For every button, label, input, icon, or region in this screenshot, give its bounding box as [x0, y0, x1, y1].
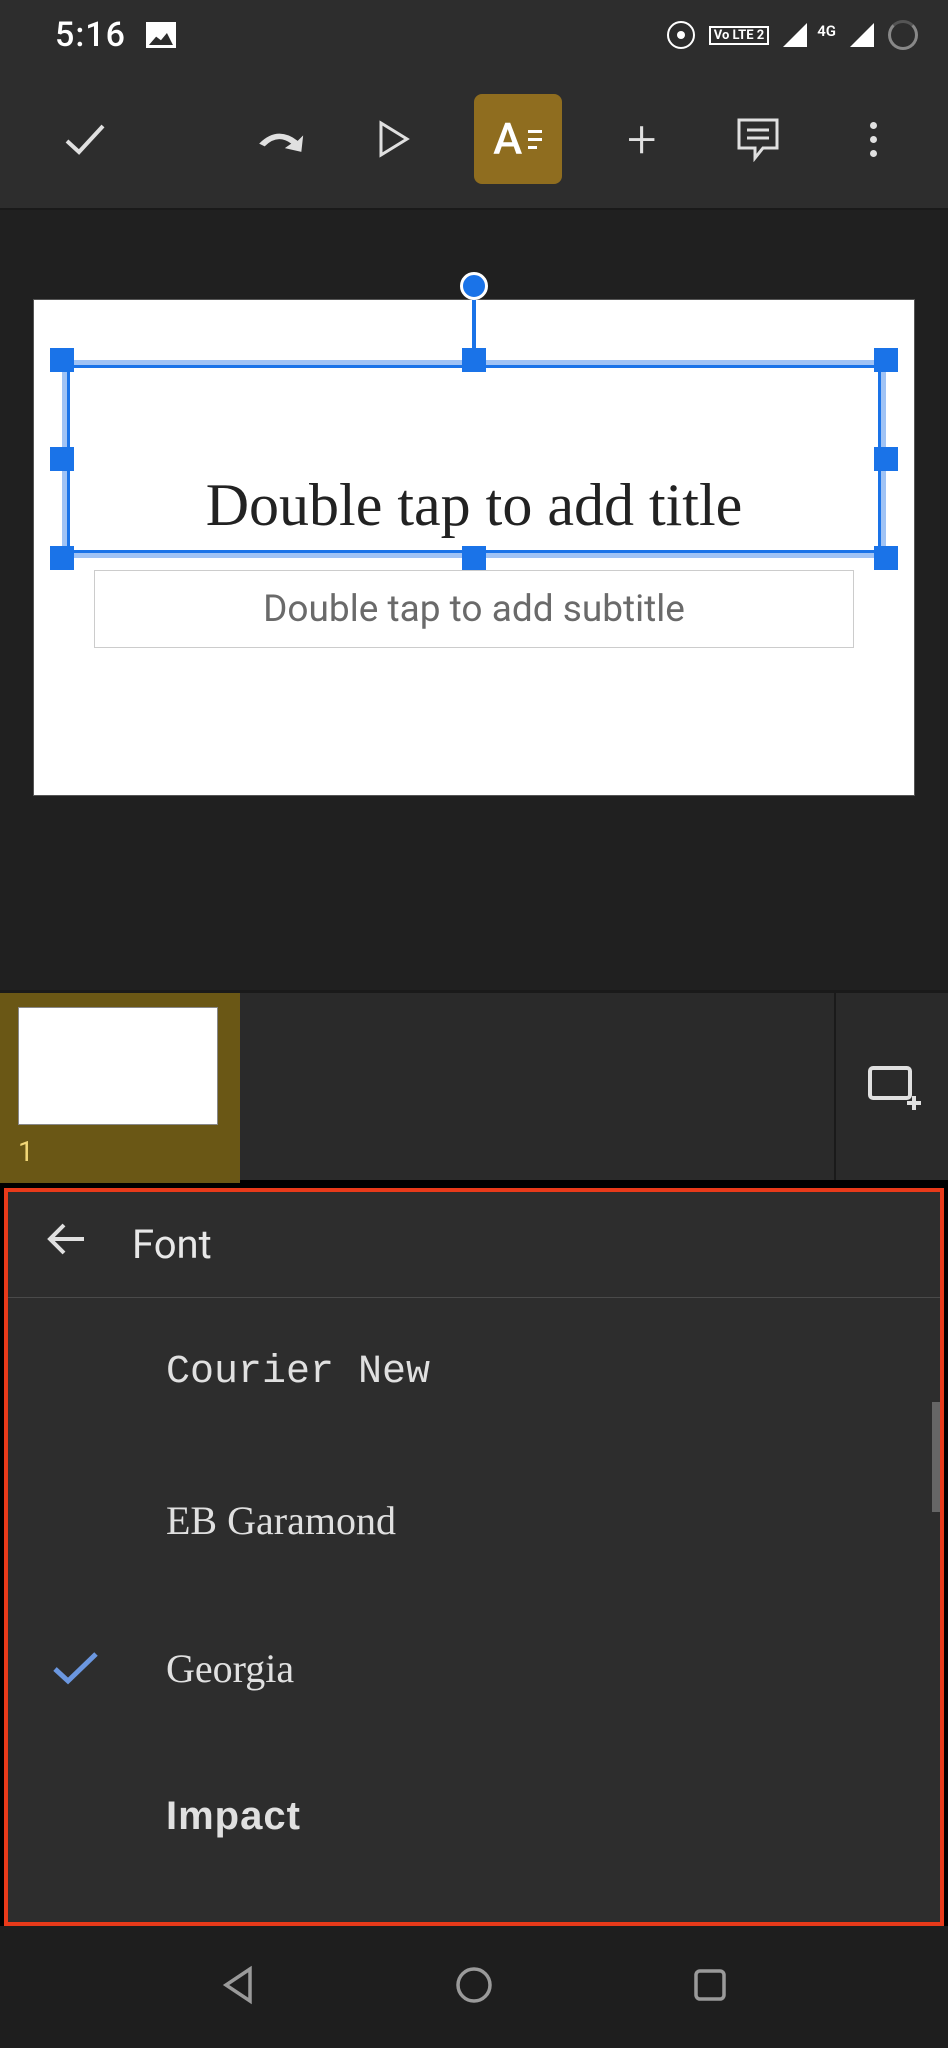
data-4g-label: 4G [817, 22, 836, 40]
undo-button[interactable] [233, 94, 321, 184]
font-name: Georgia [166, 1645, 294, 1692]
nav-home-icon [452, 1963, 496, 2007]
title-textbox[interactable]: Double tap to add title [62, 360, 886, 558]
nav-recent-button[interactable] [688, 1963, 732, 2011]
slide-thumbnail-1[interactable]: 1 [0, 993, 240, 1183]
font-option-eb-garamond[interactable]: EB Garamond [8, 1446, 940, 1594]
text-lines-icon [528, 130, 542, 149]
font-option-impact[interactable]: Impact [8, 1742, 940, 1890]
play-icon [377, 119, 411, 159]
scrollbar-thumb[interactable] [932, 1402, 940, 1512]
font-name: Courier New [166, 1350, 430, 1395]
font-option-georgia[interactable]: Georgia [8, 1594, 940, 1742]
font-list[interactable]: Courier New EB Garamond Georgia Impact L… [8, 1298, 940, 1980]
status-bar: 5:16 Vo LTE 2 4G [0, 0, 948, 70]
text-format-glyph: A [493, 113, 522, 165]
thumbnail-preview [18, 1007, 218, 1125]
plus-icon: + [627, 109, 656, 170]
arrow-left-icon [44, 1217, 88, 1261]
screenshot-icon [146, 22, 176, 48]
volte-badge: Vo LTE 2 [709, 26, 769, 45]
status-time: 5:16 [55, 15, 126, 55]
back-button[interactable] [44, 1217, 88, 1272]
nav-back-icon [216, 1963, 260, 2007]
comment-icon [735, 116, 781, 162]
text-format-button[interactable]: A [474, 94, 562, 184]
new-slide-icon [866, 1062, 926, 1112]
more-button[interactable] [830, 94, 918, 184]
title-placeholder-text: Double tap to add title [62, 360, 886, 558]
editor-toolbar: A + [0, 70, 948, 210]
nav-home-button[interactable] [452, 1963, 496, 2011]
nav-recent-icon [688, 1963, 732, 2007]
undo-icon [250, 119, 305, 159]
subtitle-textbox[interactable]: Double tap to add subtitle [94, 570, 854, 648]
font-panel-header: Font [8, 1192, 940, 1298]
panel-title: Font [132, 1221, 212, 1268]
selected-check-icon [50, 1649, 100, 1687]
comment-button[interactable] [714, 94, 802, 184]
nav-back-button[interactable] [216, 1963, 260, 2011]
font-name: EB Garamond [166, 1497, 396, 1544]
done-button[interactable] [40, 94, 128, 184]
check-icon [59, 114, 109, 164]
rotation-handle[interactable] [460, 272, 488, 300]
slide[interactable]: Double tap to add title Double tap to ad… [34, 300, 914, 795]
present-button[interactable] [350, 94, 438, 184]
insert-button[interactable]: + [598, 94, 686, 184]
slide-canvas-area[interactable]: Double tap to add title Double tap to ad… [0, 210, 948, 990]
signal-icon-1 [783, 23, 807, 47]
rotation-stem [472, 298, 476, 358]
font-panel: Font Courier New EB Garamond Georgia Imp… [4, 1188, 944, 1926]
font-name: Impact [166, 1794, 301, 1839]
filmstrip-divider [834, 993, 836, 1180]
signal-icon-2 [850, 23, 874, 47]
system-nav-bar [0, 1926, 948, 2048]
slide-number: 1 [18, 1135, 222, 1168]
loading-spinner-icon [888, 20, 918, 50]
more-vertical-icon [870, 122, 877, 157]
new-slide-button[interactable] [866, 1062, 926, 1112]
font-option-courier-new[interactable]: Courier New [8, 1298, 940, 1446]
slide-filmstrip: 1 [0, 990, 948, 1180]
subtitle-placeholder-text: Double tap to add subtitle [263, 588, 685, 631]
hotspot-icon [667, 21, 695, 49]
